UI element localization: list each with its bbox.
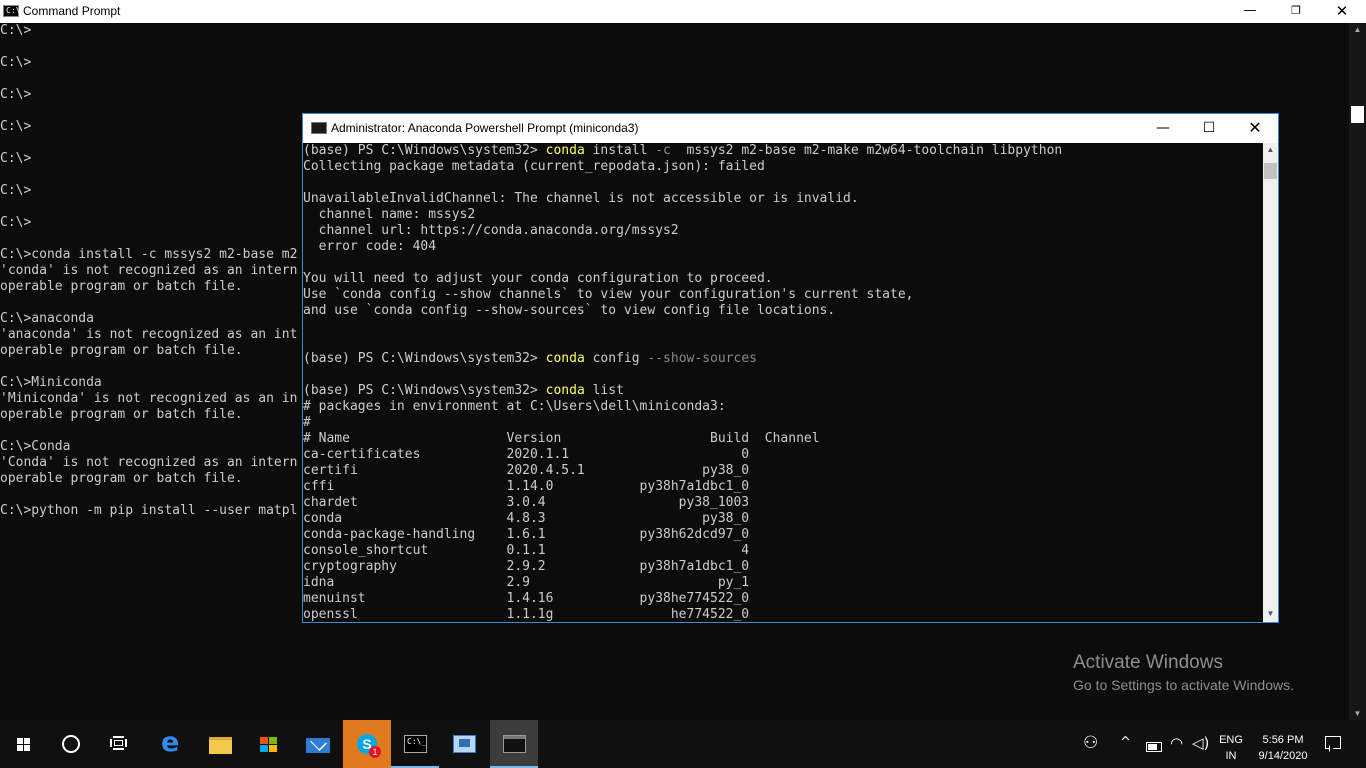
scroll-up-arrow-icon[interactable]: ▲ xyxy=(1263,145,1278,154)
cmd-console-output[interactable]: C:\> C:\> C:\> C:\> C:\> C:\> C:\> C:\>c… xyxy=(0,23,297,519)
mail-icon xyxy=(306,734,330,753)
action-center-icon[interactable] xyxy=(1325,736,1341,757)
prompt: (base) PS C:\Windows\system32> xyxy=(303,383,546,398)
task-view-button[interactable] xyxy=(96,720,144,768)
command-text: config xyxy=(584,351,648,366)
activate-windows-watermark: Activate Windows Go to Settings to activ… xyxy=(1073,652,1294,695)
mail-taskbar-button[interactable] xyxy=(294,720,342,768)
people-icon[interactable]: ⚇ xyxy=(1083,733,1098,753)
windows-logo-icon xyxy=(17,738,31,752)
prompt: (base) PS C:\Windows\system32> xyxy=(303,143,546,158)
search-icon xyxy=(62,735,80,753)
command-name: conda xyxy=(545,383,585,398)
command-name: conda xyxy=(545,143,585,158)
taskbar: e S 1 C:\_ ⚇ ^ ◠ ◁) ENG IN 5:56 PM 9/14/… xyxy=(0,720,1366,768)
package-list-output: # packages in environment at C:\Users\de… xyxy=(303,399,820,622)
close-button[interactable]: ✕ xyxy=(1232,114,1278,143)
maximize-button[interactable]: ☐ xyxy=(1186,114,1232,143)
command-name: conda xyxy=(545,351,585,366)
notification-badge: 1 xyxy=(369,746,381,758)
store-icon xyxy=(259,736,278,753)
remote-desktop-taskbar-button[interactable] xyxy=(440,720,488,768)
start-button[interactable] xyxy=(0,720,48,768)
scroll-thumb[interactable] xyxy=(1264,163,1277,179)
command-text: install xyxy=(584,143,656,158)
command-flag: -c xyxy=(655,143,671,158)
command-output: Collecting package metadata (current_rep… xyxy=(303,159,914,318)
close-button[interactable]: ✕ xyxy=(1319,0,1365,23)
search-button[interactable] xyxy=(48,720,96,768)
powershell-icon xyxy=(503,735,526,753)
edge-taskbar-button[interactable]: e xyxy=(148,720,196,768)
chevron-up-icon[interactable]: ^ xyxy=(1120,735,1131,750)
watermark-subtitle: Go to Settings to activate Windows. xyxy=(1073,677,1294,693)
powershell-scrollbar[interactable]: ▲ ▼ xyxy=(1263,143,1278,622)
volume-icon[interactable]: ◁) xyxy=(1192,734,1209,752)
store-taskbar-button[interactable] xyxy=(244,720,292,768)
task-view-icon xyxy=(110,736,127,750)
clock-date: 9/14/2020 xyxy=(1258,750,1308,762)
powershell-window[interactable]: Administrator: Anaconda Powershell Promp… xyxy=(302,113,1279,623)
language-code: ENG xyxy=(1219,734,1243,746)
wifi-icon[interactable]: ◠ xyxy=(1170,734,1183,752)
cmd-icon: C:\_ xyxy=(404,735,427,753)
edge-icon: e xyxy=(161,727,180,758)
remote-desktop-icon xyxy=(453,735,476,753)
watermark-title: Activate Windows xyxy=(1073,652,1223,673)
scroll-thumb[interactable] xyxy=(1351,106,1364,123)
command-flag: --show-sources xyxy=(647,351,757,366)
cmd-icon: C:\ xyxy=(3,5,20,17)
cmd-window-title: Command Prompt xyxy=(23,4,121,18)
powershell-titlebar[interactable]: Administrator: Anaconda Powershell Promp… xyxy=(303,114,1278,143)
command-args: mssys2 m2-base m2-make m2w64-toolchain l… xyxy=(670,143,1063,158)
region-code: IN xyxy=(1225,750,1237,762)
scroll-down-arrow-icon[interactable]: ▼ xyxy=(1263,609,1278,618)
command-text: list xyxy=(584,383,624,398)
clock-time: 5:56 PM xyxy=(1262,734,1304,746)
powershell-console-output[interactable]: (base) PS C:\Windows\system32> conda ins… xyxy=(303,143,1263,623)
cmd-scrollbar[interactable]: ▲ ▼ xyxy=(1349,23,1366,720)
restore-button[interactable]: ❐ xyxy=(1273,0,1319,23)
skype-taskbar-button[interactable]: S 1 xyxy=(343,720,391,768)
folder-icon xyxy=(209,737,232,754)
scroll-down-arrow-icon[interactable]: ▼ xyxy=(1349,709,1366,718)
clock[interactable]: 5:56 PM 9/14/2020 xyxy=(1248,732,1318,764)
minimize-button[interactable]: — xyxy=(1227,0,1273,23)
prompt: (base) PS C:\Windows\system32> xyxy=(303,351,546,366)
file-explorer-taskbar-button[interactable] xyxy=(196,720,244,768)
minimize-button[interactable]: — xyxy=(1140,114,1186,143)
battery-icon[interactable] xyxy=(1146,742,1162,752)
input-language-indicator[interactable]: ENG IN xyxy=(1219,732,1243,764)
powershell-taskbar-button[interactable] xyxy=(490,720,538,768)
cmd-taskbar-button[interactable]: C:\_ xyxy=(391,720,439,768)
powershell-icon xyxy=(311,122,327,134)
cmd-titlebar[interactable]: C:\ Command Prompt — ❐ ✕ xyxy=(0,0,1366,23)
scroll-up-arrow-icon[interactable]: ▲ xyxy=(1349,25,1366,34)
powershell-window-title: Administrator: Anaconda Powershell Promp… xyxy=(331,121,639,135)
